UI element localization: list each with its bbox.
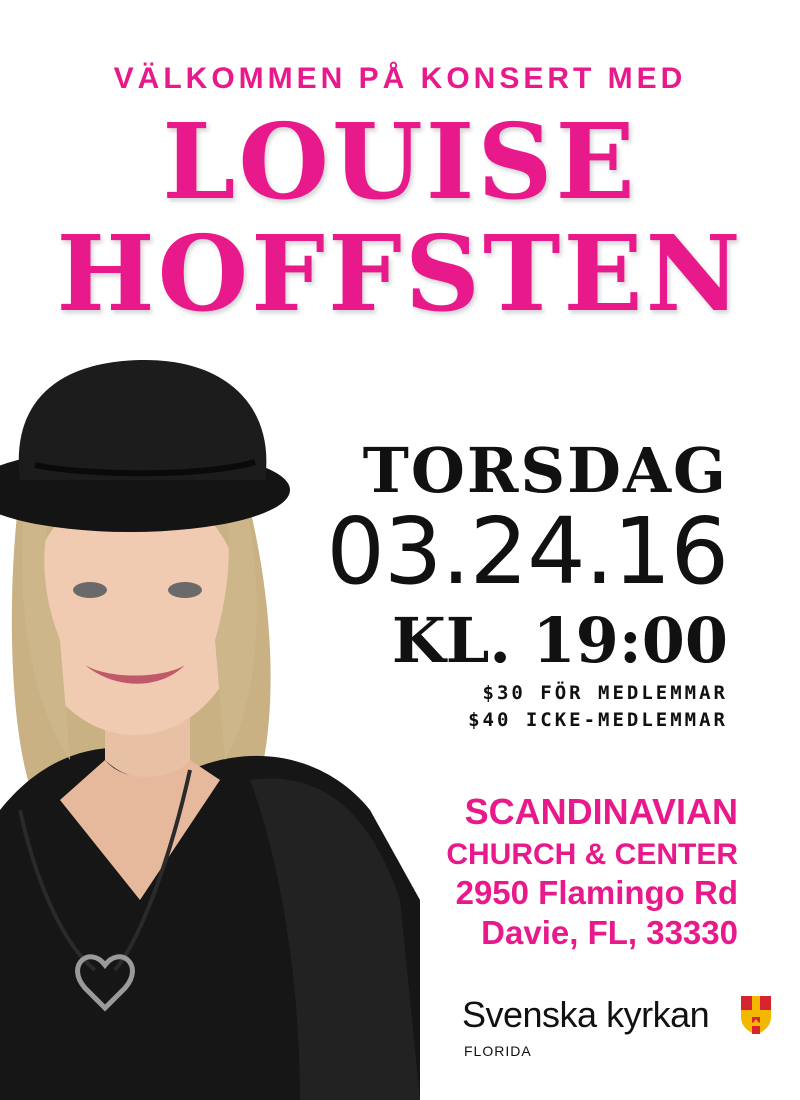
church-shield-icon — [741, 996, 771, 1034]
price-members: $30 FÖR MEDLEMMAR — [482, 682, 728, 704]
venue-street: 2950 Flamingo Rd — [455, 874, 738, 911]
artist-last-name: HOFFSTEN — [56, 212, 744, 335]
logo-wordmark: Svenska kyrkan — [462, 994, 710, 1035]
svenska-kyrkan-logo: Svenska kyrkan FLORIDA — [462, 994, 771, 1065]
welcome-subtitle: VÄLKOMMEN PÅ KONSERT MED — [113, 62, 687, 95]
concert-poster: VÄLKOMMEN PÅ KONSERT MED LOUISE HOFFSTEN — [0, 0, 800, 1100]
event-day: TORSDAG — [362, 434, 728, 507]
venue-name-line2: CHURCH & CENTER — [446, 838, 738, 871]
event-time: KL. 19:00 — [391, 604, 728, 677]
event-date: 03.24.16 — [326, 498, 729, 605]
venue-name: SCANDINAVIAN — [464, 791, 738, 832]
price-nonmembers: $40 ICKE-MEDLEMMAR — [468, 709, 728, 731]
venue-city: Davie, FL, 33330 — [481, 914, 738, 951]
logo-region: FLORIDA — [464, 1043, 532, 1059]
artist-first-name: LOUISE — [162, 100, 638, 223]
artist-portrait — [0, 360, 420, 1100]
